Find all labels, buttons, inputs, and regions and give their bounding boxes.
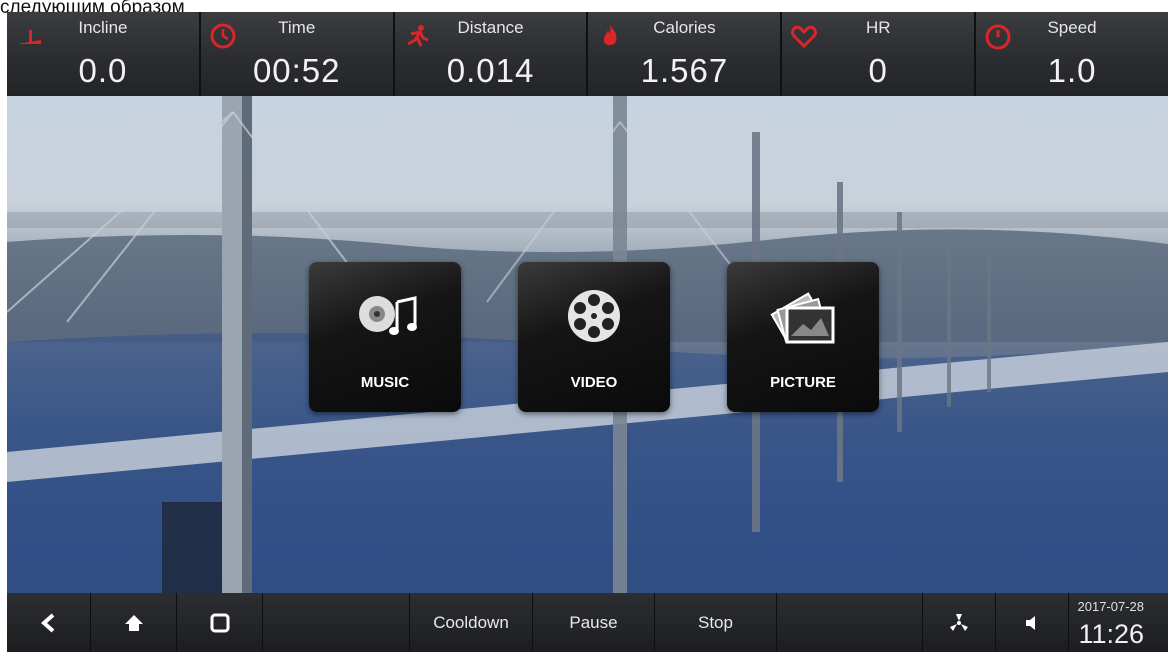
- home-icon: [124, 614, 143, 631]
- stat-value: 1.567: [640, 52, 729, 89]
- treadmill-screen: Incline 0.0 Time 00:52 Distance 0.014 Ca…: [7, 12, 1168, 652]
- cooldown-button[interactable]: Cooldown: [410, 593, 533, 652]
- video-tile[interactable]: VIDEO: [518, 262, 670, 412]
- stat-label: Time: [278, 18, 316, 37]
- speaker-icon: [1026, 615, 1035, 630]
- video-label: VIDEO: [570, 374, 618, 391]
- stat-value: 0: [868, 52, 888, 89]
- back-arrow-icon: [40, 613, 54, 632]
- stat-label: Speed: [1047, 18, 1097, 37]
- back-button[interactable]: [7, 593, 91, 652]
- music-tile[interactable]: MUSIC: [309, 262, 461, 412]
- volume-button[interactable]: [996, 593, 1069, 652]
- music-label: MUSIC: [360, 374, 410, 391]
- stat-hr: HR 0: [782, 12, 977, 96]
- film-reel-icon: [568, 290, 620, 342]
- stat-calories: Calories 1.567: [588, 12, 783, 96]
- picture-tile[interactable]: PICTURE: [727, 262, 879, 412]
- stat-value: 0.0: [78, 52, 128, 89]
- bottom-bar: Cooldown Pause Stop 2017-07-28 11:26: [7, 593, 1168, 652]
- square-icon: [210, 613, 229, 632]
- music-icon: [359, 296, 417, 335]
- datetime-display: 2017-07-28 11:26: [1069, 593, 1148, 652]
- fan-button[interactable]: [923, 593, 996, 652]
- photos-icon: [770, 292, 835, 344]
- stat-incline: Incline 0.0: [7, 12, 201, 96]
- empty-slot: [263, 593, 410, 652]
- stat-label: Incline: [78, 18, 128, 37]
- picture-label: PICTURE: [770, 374, 836, 391]
- stop-button[interactable]: Stop: [655, 593, 777, 652]
- date-text: 2017-07-28: [1077, 599, 1145, 614]
- stat-distance: Distance 0.014: [394, 12, 589, 96]
- pause-button[interactable]: Pause: [533, 593, 655, 652]
- stat-speed: Speed 1.0: [976, 12, 1168, 96]
- empty-slot: [777, 593, 923, 652]
- stat-time: Time 00:52: [200, 12, 395, 96]
- stat-value: 00:52: [252, 52, 341, 89]
- stat-value: 0.014: [446, 52, 535, 89]
- recent-apps-button[interactable]: [177, 593, 263, 652]
- stat-label: HR: [865, 18, 891, 37]
- stats-bar: Incline 0.0 Time 00:52 Distance 0.014 Ca…: [7, 12, 1168, 96]
- stat-value: 1.0: [1047, 52, 1097, 89]
- stat-label: Calories: [653, 18, 716, 37]
- stat-label: Distance: [457, 18, 524, 37]
- fan-icon: [950, 613, 968, 631]
- time-text: 11:26: [1078, 619, 1144, 649]
- home-button[interactable]: [91, 593, 177, 652]
